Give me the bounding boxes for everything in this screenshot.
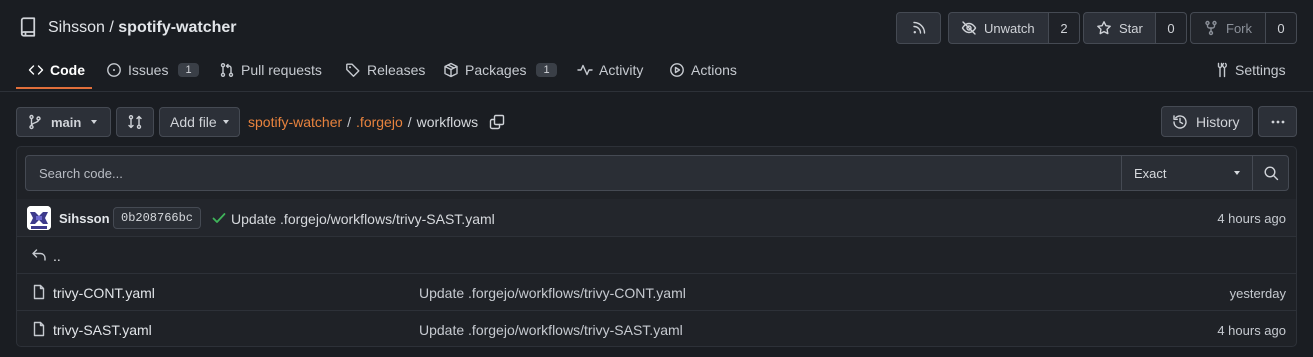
fork-label: Fork — [1226, 20, 1252, 36]
commit-sha[interactable]: 0b208766bc — [113, 207, 202, 229]
tab-issues-label: Issues — [128, 62, 169, 78]
tab-settings[interactable]: Settings — [1213, 55, 1286, 85]
search-icon — [1263, 165, 1279, 181]
latest-commit-row: Sihsson 0b208766bc Update .forgejo/workf… — [17, 199, 1296, 237]
file-name-link[interactable]: trivy-SAST.yaml — [53, 322, 152, 338]
chevron-down-icon — [1234, 171, 1240, 175]
code-icon — [28, 62, 44, 78]
file-icon — [31, 284, 47, 300]
file-commit-time: 4 hours ago — [1217, 323, 1286, 338]
search-mode-select[interactable]: Exact — [1121, 156, 1252, 190]
commit-message[interactable]: Update .forgejo/workflows/trivy-SAST.yam… — [231, 211, 495, 227]
more-options-button[interactable] — [1258, 106, 1297, 137]
tabs-divider — [0, 91, 1313, 92]
back-arrow-icon — [31, 247, 47, 263]
file-name-link[interactable]: trivy-CONT.yaml — [53, 285, 155, 301]
branch-name: main — [51, 114, 82, 130]
kebab-horizontal-icon — [1270, 114, 1286, 130]
tab-issues[interactable]: Issues 1 — [106, 55, 199, 85]
commit-time: 4 hours ago — [1217, 211, 1286, 226]
history-label: History — [1196, 113, 1240, 130]
watchers-count[interactable]: 2 — [1049, 12, 1080, 44]
history-icon — [1172, 114, 1188, 130]
code-search: Exact — [25, 155, 1289, 191]
tab-packages[interactable]: Packages 1 — [443, 55, 557, 85]
breadcrumb: spotify-watcher / .forgejo / workflows — [248, 114, 505, 130]
avatar[interactable] — [27, 206, 51, 230]
add-file-label: Add file — [170, 114, 217, 130]
pulse-icon — [577, 62, 593, 78]
repo-name-link[interactable]: spotify-watcher — [118, 19, 236, 36]
tab-releases-label: Releases — [367, 62, 426, 78]
tab-code[interactable]: Code — [28, 55, 85, 85]
file-icon — [31, 321, 47, 337]
forks-count[interactable]: 0 — [1266, 12, 1297, 44]
breadcrumb-current: workflows — [416, 114, 479, 130]
play-icon — [669, 62, 685, 78]
eye-slash-icon — [961, 20, 977, 36]
repo-tabs: Code Issues 1 Pull requests Releases Pac… — [16, 55, 1297, 85]
tab-pull-requests[interactable]: Pull requests — [219, 55, 322, 85]
tab-actions[interactable]: Actions — [669, 55, 737, 85]
tab-pull-requests-label: Pull requests — [241, 62, 322, 78]
repo-owner-link[interactable]: Sihsson — [48, 19, 105, 36]
branch-selector[interactable]: main — [16, 107, 111, 137]
unwatch-label: Unwatch — [984, 20, 1035, 36]
copy-path-icon[interactable] — [489, 114, 505, 130]
star-button[interactable]: Star — [1083, 12, 1156, 44]
packages-count-badge: 1 — [536, 63, 557, 77]
tab-code-label: Code — [50, 62, 85, 78]
tab-packages-label: Packages — [465, 62, 527, 78]
tab-activity-label: Activity — [599, 62, 644, 78]
unwatch-button[interactable]: Unwatch — [948, 12, 1049, 44]
breadcrumb-separator: / — [347, 114, 352, 130]
search-input[interactable] — [26, 156, 1121, 190]
issue-icon — [106, 62, 122, 78]
rss-icon — [911, 20, 927, 36]
compare-button[interactable] — [116, 107, 154, 137]
rss-feed-button[interactable] — [896, 12, 941, 44]
branch-icon — [27, 114, 43, 130]
issues-count-badge: 1 — [178, 63, 199, 77]
search-button[interactable] — [1252, 156, 1288, 190]
tab-activity[interactable]: Activity — [577, 55, 643, 85]
breadcrumb-repo-link[interactable]: spotify-watcher — [248, 114, 342, 130]
repo-title-separator: / — [104, 19, 119, 36]
search-mode-label: Exact — [1134, 165, 1167, 181]
table-row: trivy-SAST.yaml Update .forgejo/workflow… — [17, 311, 1296, 346]
breadcrumb-separator: / — [407, 114, 412, 130]
file-listing: Exact Sihsson 0b208766bc Update .forgejo… — [16, 146, 1297, 347]
tools-icon — [1213, 62, 1229, 78]
chevron-down-icon — [91, 120, 98, 124]
tab-settings-label: Settings — [1235, 62, 1286, 78]
pull-request-icon — [219, 62, 235, 78]
stars-count[interactable]: 0 — [1156, 12, 1187, 44]
chevron-down-icon — [222, 120, 229, 124]
file-commit-message[interactable]: Update .forgejo/workflows/trivy-SAST.yam… — [419, 322, 683, 338]
fork-icon — [1203, 20, 1219, 36]
active-tab-indicator — [16, 87, 92, 89]
fork-button[interactable]: Fork — [1190, 12, 1266, 44]
history-button[interactable]: History — [1161, 106, 1253, 137]
parent-directory-link[interactable]: .. — [53, 248, 61, 264]
package-icon — [443, 62, 459, 78]
repo-icon — [18, 17, 38, 37]
commit-author[interactable]: Sihsson — [59, 211, 110, 226]
check-icon — [211, 210, 227, 226]
star-icon — [1096, 20, 1112, 36]
tab-releases[interactable]: Releases — [345, 55, 425, 85]
tab-actions-label: Actions — [691, 62, 737, 78]
breadcrumb-dir-link[interactable]: .forgejo — [356, 114, 403, 130]
file-commit-time: yesterday — [1229, 286, 1286, 301]
file-commit-message[interactable]: Update .forgejo/workflows/trivy-CONT.yam… — [419, 285, 686, 301]
repo-title: Sihsson / spotify-watcher — [48, 19, 237, 37]
compare-icon — [127, 114, 143, 130]
star-label: Star — [1119, 20, 1143, 36]
tag-icon — [345, 62, 361, 78]
add-file-button[interactable]: Add file — [159, 107, 240, 137]
parent-directory-row[interactable]: .. — [17, 237, 1296, 274]
repo-header: Sihsson / spotify-watcher Unwatch 2 Star… — [16, 12, 1297, 48]
table-row: trivy-CONT.yaml Update .forgejo/workflow… — [17, 274, 1296, 311]
